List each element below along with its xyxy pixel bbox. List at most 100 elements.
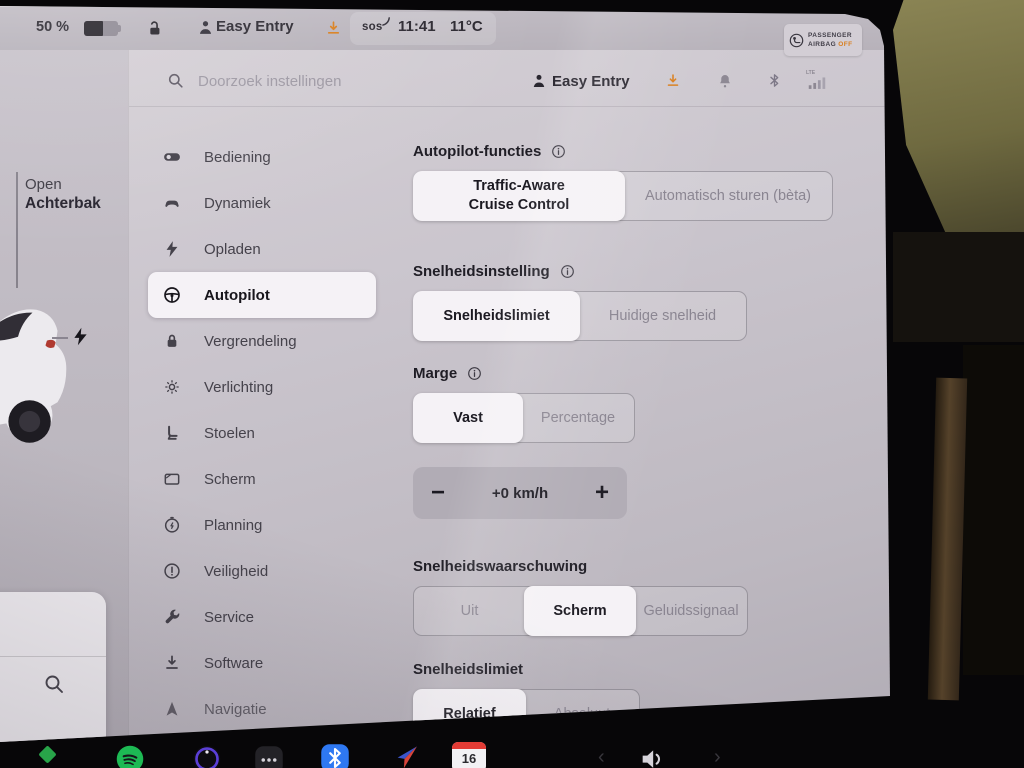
profile-icon[interactable]: [530, 72, 548, 90]
sidebar-item-autopilot[interactable]: Autopilot: [148, 272, 376, 318]
option-absolute[interactable]: Absoluut: [525, 690, 639, 738]
card-divider: [0, 656, 106, 657]
bluetooth-icon[interactable]: [766, 72, 783, 89]
steering-wheel-icon: [164, 287, 180, 303]
camera-lens-icon[interactable]: [192, 744, 222, 768]
download-icon[interactable]: [324, 19, 343, 38]
open-trunk-button[interactable]: Open: [25, 176, 62, 193]
clock-time: 11:41: [398, 18, 436, 35]
sidebar-item-stoelen[interactable]: Stoelen: [148, 410, 376, 456]
lock-icon: [167, 334, 177, 347]
airbag-line1: PASSENGER: [808, 31, 852, 39]
sidebar-item-vergrendeling[interactable]: Vergrendeling: [148, 318, 376, 364]
autopilot-features-segment: Traffic-Aware Cruise Control Automatisch…: [413, 171, 833, 221]
plus-button[interactable]: +: [577, 481, 627, 505]
info-icon[interactable]: [550, 143, 567, 160]
charge-bolt-icon: [74, 327, 87, 346]
download-icon[interactable]: [664, 72, 682, 90]
offset-segment: Vast Percentage: [413, 393, 635, 443]
car-rendering: [0, 309, 67, 443]
sidebar-item-verlichting[interactable]: Verlichting: [148, 364, 376, 410]
speed-limit-segment: Relatief Absoluut: [413, 689, 640, 739]
background-dashboard: [893, 232, 1024, 342]
search-icon[interactable]: [42, 672, 66, 696]
calendar-icon[interactable]: 16: [452, 742, 486, 768]
option-fixed[interactable]: Vast: [413, 393, 523, 443]
sidebar-item-bediening[interactable]: Bediening: [148, 134, 376, 180]
spotify-icon[interactable]: [115, 744, 145, 768]
option-relative[interactable]: Relatief: [413, 689, 526, 739]
outside-temperature[interactable]: 11°C: [450, 18, 483, 35]
passenger-airbag-indicator: PASSENGER AIRBAG OFF: [784, 24, 862, 56]
clock-icon: [164, 516, 180, 533]
calendar-red-strip: [452, 742, 486, 749]
option-speed-limit[interactable]: Snelheidslimiet: [413, 291, 580, 341]
panel-divider: [128, 50, 129, 742]
settings-sidebar: Bediening Dynamiek Opladen Autopilot Ver…: [148, 134, 376, 732]
option-off[interactable]: Uit: [414, 587, 525, 635]
search-input[interactable]: Doorzoek instellingen: [198, 73, 341, 90]
topbar-profile-name[interactable]: Easy Entry: [552, 73, 630, 90]
section-snelheidswaarschuwing: Snelheidswaarschuwing Uit Scherm Geluids…: [413, 558, 748, 636]
offset-stepper: − +0 km/h +: [413, 467, 627, 519]
info-icon[interactable]: [559, 263, 576, 280]
bell-icon[interactable]: [716, 72, 734, 90]
volume-icon[interactable]: [638, 744, 666, 768]
minus-button[interactable]: −: [413, 481, 463, 505]
wrench-icon: [165, 609, 180, 624]
sidebar-item-dynamiek[interactable]: Dynamiek: [148, 180, 376, 226]
section-snelheidsinstelling: Snelheidsinstelling Snelheidslimiet Huid…: [413, 263, 747, 341]
option-display[interactable]: Scherm: [524, 586, 636, 636]
option-chime[interactable]: Geluidssignaal: [635, 587, 747, 635]
option-current-speed[interactable]: Huidige snelheid: [579, 292, 746, 340]
airbag-status: OFF: [838, 41, 853, 48]
display-icon: [164, 473, 180, 485]
battery-icon: [84, 21, 121, 36]
section-title: Snelheidslimiet: [413, 661, 524, 678]
sos-signal-icon: [382, 17, 390, 26]
sidebar-item-navigatie[interactable]: Navigatie: [148, 686, 376, 732]
signal-strength-icon: [808, 77, 826, 89]
navigation-app-icon[interactable]: [392, 742, 422, 768]
more-apps-icon[interactable]: [254, 745, 284, 768]
search-icon: [168, 73, 183, 88]
sidebar-item-scherm[interactable]: Scherm: [148, 456, 376, 502]
light-icon: [165, 380, 179, 394]
section-title: Autopilot-functies: [413, 143, 542, 160]
unlock-icon[interactable]: [144, 19, 163, 38]
status-profile-name[interactable]: Easy Entry: [216, 18, 294, 35]
energy-icon[interactable]: [38, 745, 57, 764]
sidebar-item-service[interactable]: Service: [148, 594, 376, 640]
info-icon[interactable]: [466, 365, 483, 382]
option-autosteer[interactable]: Automatisch sturen (bèta): [624, 172, 832, 220]
battery-percent[interactable]: 50 %: [36, 19, 69, 35]
car-icon: [165, 200, 179, 207]
sidebar-item-opladen[interactable]: Opladen: [148, 226, 376, 272]
option-tacc[interactable]: Traffic-Aware Cruise Control: [413, 171, 625, 221]
status-bar: 50 % Easy Entry sos 11:41 11°C: [0, 6, 890, 51]
option-percentage[interactable]: Percentage: [522, 394, 634, 442]
airbag-icon: [789, 33, 804, 47]
navigation-icon: [166, 701, 178, 716]
media-prev-icon[interactable]: ‹: [598, 746, 605, 768]
background-dashboard-dark: [963, 345, 1024, 675]
tesla-touchscreen: 50 % Easy Entry sos 11:41 11°C PASSENGER…: [0, 6, 890, 742]
airbag-line2: AIRBAG: [808, 41, 837, 48]
calendar-day: 16: [461, 751, 477, 766]
download-icon: [166, 655, 178, 669]
speed-setting-segment: Snelheidslimiet Huidige snelheid: [413, 291, 747, 341]
seat-icon: [167, 425, 178, 440]
search-divider: [129, 106, 889, 107]
sidebar-item-planning[interactable]: Planning: [148, 502, 376, 548]
profile-icon[interactable]: [196, 18, 215, 37]
background-wood-trim: [927, 377, 968, 701]
toggle-icon: [164, 153, 180, 161]
sidebar-item-software[interactable]: Software: [148, 640, 376, 686]
trunk-label[interactable]: Achterbak: [25, 195, 101, 213]
media-next-icon[interactable]: ›: [714, 746, 721, 768]
sidebar-item-veiligheid[interactable]: Veiligheid: [148, 548, 376, 594]
sos-label: sos: [362, 21, 383, 33]
bluetooth-icon[interactable]: [320, 743, 350, 768]
bottom-left-card: [0, 592, 106, 742]
section-snelheidslimiet: Snelheidslimiet Relatief Absoluut: [413, 661, 640, 739]
